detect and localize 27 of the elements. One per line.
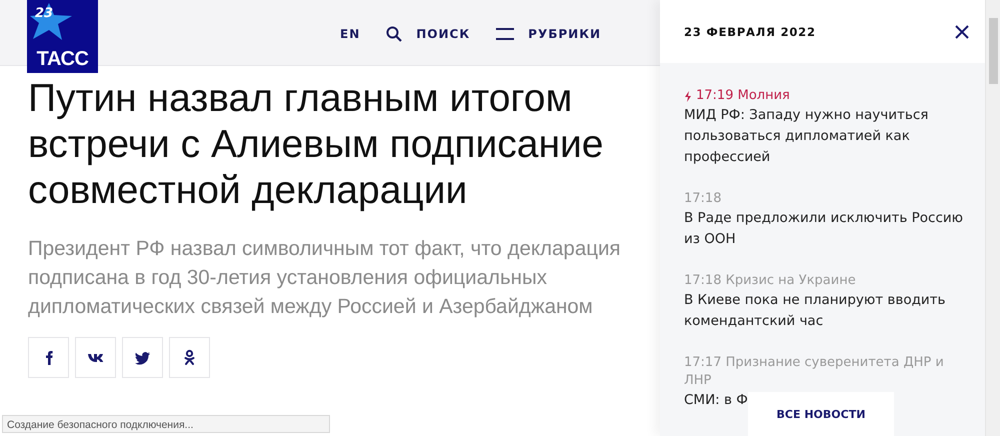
logo[interactable]: 23 ТАСС (27, 0, 98, 73)
share-button[interactable] (169, 337, 210, 378)
news-title[interactable]: В Киеве пока не планируют вводить комендантский час (684, 290, 965, 332)
close-button[interactable] (955, 24, 969, 38)
rubrics-button[interactable]: РУБРИКИ (496, 27, 602, 41)
news-meta: 17:17 Признание суверенитета ДНР и ЛНР (684, 354, 945, 390)
all-news-button[interactable]: ВСЕ НОВОСТИ (748, 392, 894, 436)
bird-icon (134, 349, 151, 366)
scrollbar[interactable] (985, 0, 1000, 436)
share-button[interactable] (28, 337, 69, 378)
news-meta: 17:18 Кризис на Украине (684, 272, 857, 290)
news-meta: 17:19 Молния (684, 87, 965, 105)
article-lead: Президент РФ назвал символичным тот факт, что декларация подписана в год 30-летия установления официальных дипломатических связей между Россией и Азербайджаном (28, 236, 622, 320)
news-title[interactable]: МИД РФ: Западу нужно научиться пользоваться дипломатией как профессией (684, 105, 965, 168)
share-button[interactable] (75, 337, 116, 378)
status-tooltip: Создание безопасного подключения... (2, 415, 330, 433)
share-button[interactable] (122, 337, 163, 378)
language-link[interactable]: EN (340, 27, 360, 41)
search-button[interactable]: ПОИСК (386, 26, 470, 42)
news-date: 23 ФЕВРАЛЯ 2022 (684, 24, 816, 38)
lightning-icon (684, 90, 692, 102)
news-title[interactable]: СМИ: в Ф (684, 390, 748, 411)
article-headline: Путин назвал главным итогом встречи с Алиевым подписание совместной декларации (28, 76, 604, 214)
search-icon (386, 26, 402, 42)
menu-icon (496, 28, 514, 40)
news-meta: 17:18 (684, 190, 722, 208)
news-title[interactable]: В Раде предложили исключить Россию из ООН (684, 208, 965, 250)
